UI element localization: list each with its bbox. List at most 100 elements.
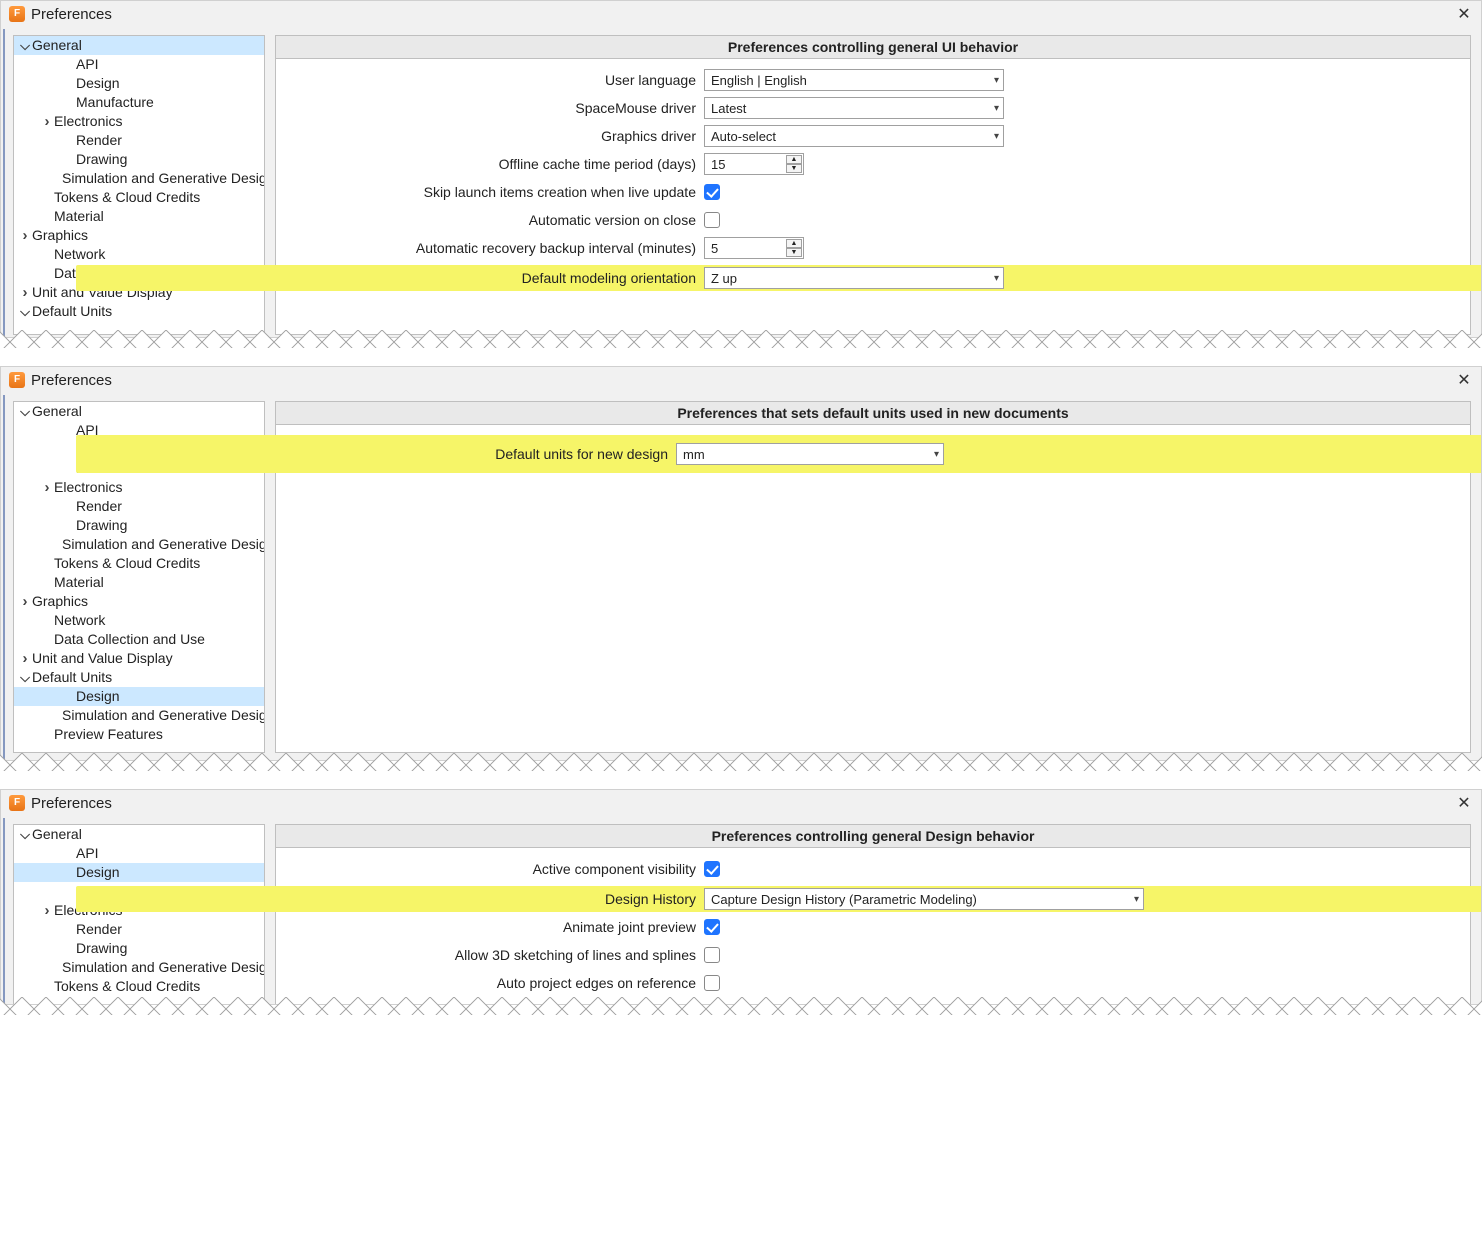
tree-item[interactable]: Material	[14, 207, 264, 226]
tree-item[interactable]: ›Graphics	[14, 592, 264, 611]
tree-item[interactable]: ⌵Default Units	[14, 302, 264, 321]
tree-item[interactable]: Design	[14, 863, 264, 882]
tree-item[interactable]: Tokens & Cloud Credits	[14, 188, 264, 207]
tree-item[interactable]: ⌵General	[14, 36, 264, 55]
tree-item[interactable]: Simulation and Generative Design	[14, 958, 264, 977]
tree-item[interactable]: ⌵General	[14, 402, 264, 421]
tree-item[interactable]: Data Collection and Use	[14, 630, 264, 649]
label-recovery: Automatic recovery backup interval (minu…	[286, 240, 704, 256]
tree-item[interactable]: API	[14, 55, 264, 74]
spinner-value: 15	[711, 157, 725, 172]
tree-item[interactable]: ›Graphics	[14, 226, 264, 245]
dialog-title: Preferences	[31, 372, 112, 389]
checkbox-sketch3d[interactable]	[704, 947, 720, 963]
tree-item[interactable]: Design	[14, 687, 264, 706]
tree-item-label: Design	[76, 863, 120, 882]
tree-item[interactable]: Render	[14, 920, 264, 939]
tree-item-label: Graphics	[32, 226, 88, 245]
checkbox-auto-project[interactable]	[704, 975, 720, 991]
close-button[interactable]: ✕	[1455, 371, 1473, 389]
chevron-right-icon[interactable]: ›	[40, 901, 54, 920]
tree-item[interactable]: Manufacture	[14, 93, 264, 112]
tree-item[interactable]: Tokens & Cloud Credits	[14, 977, 264, 996]
spinner-down-icon[interactable]: ▼	[786, 248, 802, 257]
checkbox-animate-joint[interactable]	[704, 919, 720, 935]
chevron-down-icon: ▾	[934, 449, 939, 460]
dialog-title: Preferences	[31, 6, 112, 23]
spinner-down-icon[interactable]: ▼	[786, 164, 802, 173]
chevron-right-icon[interactable]: ›	[18, 226, 32, 245]
tree-item-label: Simulation and Generative Design	[62, 706, 265, 725]
tree-item[interactable]: Tokens & Cloud Credits	[14, 554, 264, 573]
section-heading: Preferences that sets default units used…	[276, 402, 1470, 425]
tree-item[interactable]: Simulation and Generative Design	[14, 535, 264, 554]
label-default-units: Default units for new design	[286, 446, 676, 462]
select-orientation[interactable]: Z up ▾	[704, 267, 1004, 289]
tree-item[interactable]: Simulation and Generative Design	[14, 706, 264, 725]
select-value: English | English	[711, 73, 807, 88]
label-active-visibility: Active component visibility	[286, 861, 704, 877]
select-value: Z up	[711, 271, 737, 286]
select-graphics[interactable]: Auto-select ▾	[704, 125, 1004, 147]
chevron-down-icon[interactable]: ⌵	[18, 402, 32, 421]
select-spacemouse[interactable]: Latest ▾	[704, 97, 1004, 119]
tree-item[interactable]: Drawing	[14, 516, 264, 535]
tree-item-label: Default Units	[32, 668, 112, 687]
spinner-recovery[interactable]: 5 ▲▼	[704, 237, 804, 259]
tree-item[interactable]: ›Electronics	[14, 112, 264, 131]
app-icon: F	[9, 372, 25, 388]
tree-item[interactable]: Preview Features	[14, 725, 264, 744]
select-user-language[interactable]: English | English ▾	[704, 69, 1004, 91]
tree-item-label: Material	[54, 573, 104, 592]
tree-item[interactable]: API	[14, 844, 264, 863]
tree-item[interactable]: Render	[14, 131, 264, 150]
nav-tree[interactable]: ⌵GeneralAPIDesignManufacture›Electronics…	[13, 824, 265, 1005]
label-graphics: Graphics driver	[286, 128, 704, 144]
spinner-value: 5	[711, 241, 718, 256]
chevron-down-icon[interactable]: ⌵	[18, 36, 32, 55]
tree-item[interactable]: Material	[14, 573, 264, 592]
tree-item[interactable]: ⌵General	[14, 825, 264, 844]
tree-item[interactable]: Design	[14, 74, 264, 93]
chevron-down-icon: ▾	[1134, 894, 1139, 905]
tree-item[interactable]: Drawing	[14, 939, 264, 958]
tree-item[interactable]: Simulation and Generative Design	[14, 169, 264, 188]
checkbox-skip-launch[interactable]	[704, 184, 720, 200]
chevron-down-icon[interactable]: ⌵	[18, 825, 32, 844]
chevron-down-icon[interactable]: ⌵	[18, 302, 32, 321]
chevron-down-icon: ▾	[994, 131, 999, 142]
close-button[interactable]: ✕	[1455, 794, 1473, 812]
tree-item[interactable]: Render	[14, 497, 264, 516]
chevron-right-icon[interactable]: ›	[18, 592, 32, 611]
tree-item-label: Design	[76, 687, 120, 706]
chevron-down-icon[interactable]: ⌵	[18, 668, 32, 687]
tree-item-label: Simulation and Generative Design	[62, 169, 265, 188]
tree-item-label: API	[76, 55, 99, 74]
spinner-up-icon[interactable]: ▲	[786, 155, 802, 164]
checkbox-active-visibility[interactable]	[704, 861, 720, 877]
select-design-history[interactable]: Capture Design History (Parametric Model…	[704, 888, 1144, 910]
spinner-up-icon[interactable]: ▲	[786, 239, 802, 248]
chevron-right-icon[interactable]: ›	[18, 649, 32, 668]
tree-item[interactable]: Network	[14, 245, 264, 264]
spinner-offline-cache[interactable]: 15 ▲▼	[704, 153, 804, 175]
tree-item[interactable]: Network	[14, 611, 264, 630]
close-button[interactable]: ✕	[1455, 5, 1473, 23]
tree-item-label: Render	[76, 920, 122, 939]
checkbox-auto-version[interactable]	[704, 212, 720, 228]
tree-item[interactable]: ⌵Default Units	[14, 668, 264, 687]
tree-item-label: Network	[54, 611, 105, 630]
label-sketch3d: Allow 3D sketching of lines and splines	[286, 947, 704, 963]
tree-item[interactable]: Drawing	[14, 150, 264, 169]
tree-item[interactable]: ›Unit and Value Display	[14, 649, 264, 668]
label-skip-launch: Skip launch items creation when live upd…	[286, 184, 704, 200]
chevron-right-icon[interactable]: ›	[40, 112, 54, 131]
tree-item-label: Design	[76, 74, 120, 93]
select-default-units[interactable]: mm ▾	[676, 443, 944, 465]
label-auto-version: Automatic version on close	[286, 212, 704, 228]
label-animate-joint: Animate joint preview	[286, 919, 704, 935]
chevron-right-icon[interactable]: ›	[40, 478, 54, 497]
tree-item[interactable]: ›Electronics	[14, 478, 264, 497]
section-heading: Preferences controlling general Design b…	[276, 825, 1470, 848]
chevron-right-icon[interactable]: ›	[18, 283, 32, 302]
